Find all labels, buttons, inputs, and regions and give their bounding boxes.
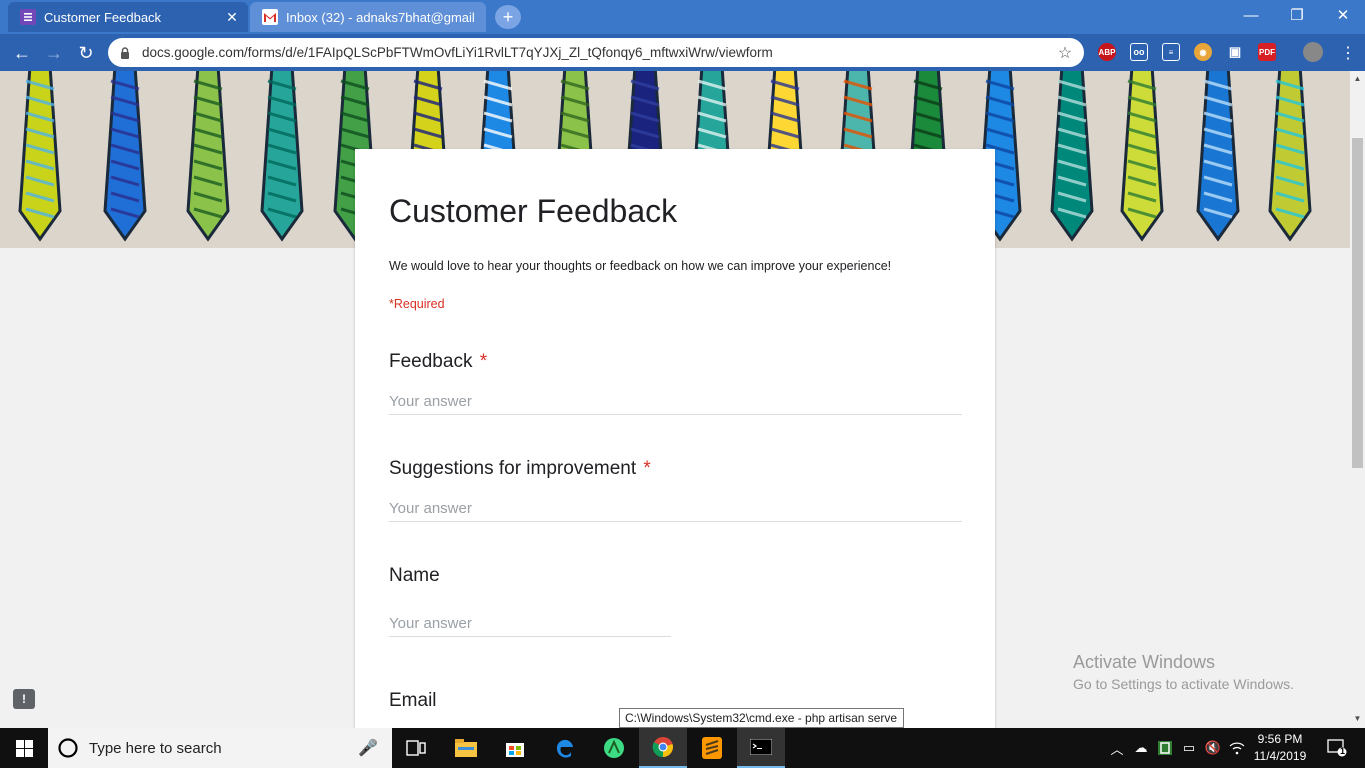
question-text: Suggestions for improvement [389, 458, 637, 479]
feedback-input[interactable]: Your answer [389, 393, 962, 415]
task-view-icon[interactable] [392, 728, 440, 768]
android-studio-icon[interactable] [590, 728, 638, 768]
show-hidden-icons-icon[interactable]: ︿ [1106, 728, 1128, 768]
sublime-text-icon[interactable] [688, 728, 736, 768]
required-star: * [643, 458, 651, 479]
tab-title: Customer Feedback [44, 9, 162, 25]
file-explorer-icon[interactable] [442, 728, 490, 768]
google-forms-icon [20, 9, 36, 25]
volume-muted-icon[interactable]: 🔇 [1202, 728, 1224, 768]
page-scrollbar[interactable]: ▲ ▼ [1350, 71, 1365, 728]
extension-camera-icon[interactable]: ▣ [1226, 43, 1244, 61]
form-title: Customer Feedback [389, 193, 678, 229]
question-suggestions-label: Suggestions for improvement * [389, 458, 651, 480]
search-placeholder: Type here to search [89, 739, 222, 757]
address-bar[interactable]: docs.google.com/forms/d/e/1FAIpQLScPbFTW… [108, 38, 1084, 67]
onedrive-icon[interactable]: ☁ [1130, 728, 1152, 768]
taskbar-tooltip: C:\Windows\System32\cmd.exe - php artisa… [619, 708, 904, 728]
action-center-icon[interactable]: 1 [1320, 728, 1354, 768]
scroll-down-icon[interactable]: ▼ [1350, 714, 1365, 723]
suggestions-input[interactable]: Your answer [389, 500, 962, 522]
battery-icon[interactable]: ▭ [1178, 728, 1200, 768]
microphone-icon[interactable]: 🎤 [358, 738, 378, 758]
notification-count-badge: 1 [1340, 746, 1346, 756]
chrome-menu-icon[interactable]: ⋮ [1334, 40, 1362, 66]
required-star: * [479, 351, 488, 372]
extension-label: PDF [1259, 47, 1275, 57]
extension-label: ABP [1098, 47, 1116, 57]
question-email-label: Email [389, 690, 437, 711]
app-tray-icon[interactable] [1154, 728, 1176, 768]
lock-icon [120, 46, 134, 59]
chrome-taskbar-icon[interactable] [639, 728, 687, 768]
question-name-label: Name [389, 565, 440, 586]
command-prompt-icon[interactable] [737, 728, 785, 768]
back-button[interactable]: ← [8, 40, 36, 66]
microsoft-store-icon[interactable] [491, 728, 539, 768]
edge-browser-icon[interactable] [541, 728, 589, 768]
clock-time: 9:56 PM [1257, 732, 1303, 746]
watermark-title: Activate Windows [1073, 652, 1216, 672]
close-window-button[interactable]: ✕ [1320, 0, 1365, 30]
tab-title: Inbox (32) - adnaks7bhat@gmail [286, 9, 475, 25]
taskbar-search-box[interactable]: Type here to search 🎤 [48, 728, 392, 768]
form-page: Customer Feedback We would love to hear … [0, 71, 1350, 728]
taskbar-clock[interactable]: 9:56 PM 11/4/2019 [1248, 731, 1312, 765]
extension-glasses-icon[interactable]: oo [1130, 43, 1148, 61]
browser-toolbar: ← → ↻ docs.google.com/forms/d/e/1FAIpQLS… [0, 34, 1365, 71]
scrollbar-thumb[interactable] [1352, 138, 1363, 468]
watermark-subtitle: Go to Settings to activate Windows. [1073, 676, 1294, 692]
adblock-plus-icon[interactable]: ABP [1098, 43, 1116, 61]
scroll-up-icon[interactable]: ▲ [1350, 74, 1365, 83]
name-input[interactable]: Your answer [389, 615, 671, 637]
question-feedback-label: Feedback * [389, 351, 487, 373]
wifi-icon[interactable] [1226, 728, 1248, 768]
minimize-button[interactable]: — [1228, 0, 1274, 30]
url-text: docs.google.com/forms/d/e/1FAIpQLScPbFTW… [142, 45, 773, 60]
windows-logo-icon [15, 739, 33, 757]
extension-pdf-icon[interactable]: PDF [1258, 43, 1276, 61]
report-feedback-icon[interactable]: ! [13, 689, 35, 709]
tab-customer-feedback[interactable]: Customer Feedback ✕ [8, 2, 248, 32]
forward-button[interactable]: → [40, 40, 68, 66]
windows-taskbar: Type here to search 🎤 ︿ ☁ ▭ 🔇 9:56 PM 11… [0, 728, 1365, 768]
required-note: *Required [389, 297, 445, 311]
restore-button[interactable]: ❐ [1274, 0, 1320, 30]
bookmark-star-icon[interactable]: ☆ [1054, 43, 1076, 63]
extension-notes-icon[interactable]: ≡ [1162, 43, 1180, 61]
new-tab-button[interactable]: + [495, 5, 521, 29]
activate-windows-watermark: Activate Windows Go to Settings to activ… [1073, 652, 1294, 692]
tab-gmail-inbox[interactable]: Inbox (32) - adnaks7bhat@gmail [250, 2, 486, 32]
reload-button[interactable]: ↻ [72, 40, 100, 66]
profile-avatar[interactable] [1303, 42, 1323, 62]
browser-titlebar: Customer Feedback ✕ Inbox (32) - adnaks7… [0, 0, 1365, 34]
windows-start-button[interactable] [0, 728, 48, 768]
clock-date: 11/4/2019 [1253, 749, 1307, 763]
extension-owl-icon[interactable]: ◉ [1194, 43, 1212, 61]
form-card: Customer Feedback We would love to hear … [355, 149, 995, 728]
cortana-icon [58, 738, 78, 758]
question-text: Feedback [389, 351, 473, 372]
form-description: We would love to hear your thoughts or f… [389, 259, 892, 273]
tab-close-icon[interactable]: ✕ [222, 9, 242, 26]
gmail-icon [262, 9, 278, 25]
